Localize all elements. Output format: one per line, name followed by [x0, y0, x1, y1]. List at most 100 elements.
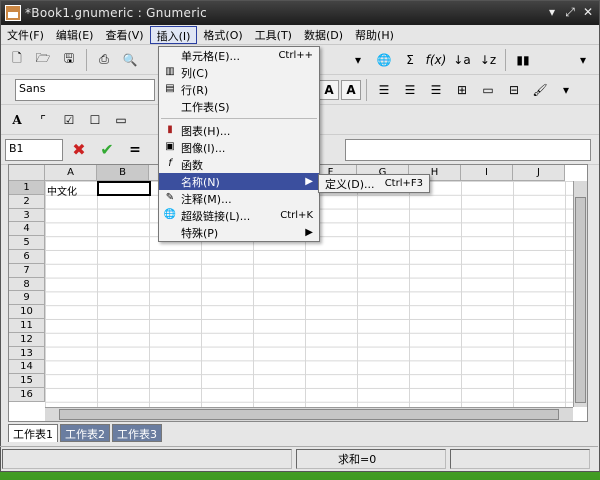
dropdown-arrow-icon[interactable]: ▾: [346, 48, 370, 72]
merge-cells-icon[interactable]: ⊞: [450, 78, 474, 102]
globe-hyperlink-icon[interactable]: 🌐: [372, 48, 396, 72]
chart-icon: ▮: [167, 124, 173, 135]
row-header[interactable]: 3: [9, 208, 45, 223]
checkbox-tool-icon[interactable]: ☑: [57, 108, 81, 132]
insert-name-item[interactable]: 名称(N) ▶: [159, 173, 319, 190]
close-icon[interactable]: ✕: [581, 5, 595, 19]
globe-icon: 🌐: [163, 209, 177, 220]
row-header[interactable]: 1: [9, 181, 45, 195]
new-document-icon[interactable]: 🗋: [5, 48, 29, 72]
column-header[interactable]: B: [97, 165, 149, 181]
insert-special-item[interactable]: 特殊(P) ▶: [159, 224, 319, 241]
insert-hyperlink-item[interactable]: 🌐 超级链接(L)... Ctrl+K: [159, 207, 319, 224]
menu-file[interactable]: 文件(F): [1, 26, 50, 44]
menu-insert[interactable]: 插入(I): [149, 25, 198, 44]
sort-descending-icon[interactable]: ↓z: [476, 48, 500, 72]
align-left-icon[interactable]: ☰: [372, 78, 396, 102]
border-icon[interactable]: ⊟: [502, 78, 526, 102]
insert-menu: 单元格(E)... Ctrl++ ▥ 列(C) ▤ 行(R) 工作表(S) ▮ 图表(H…: [158, 46, 320, 242]
minimize-icon[interactable]: ▾: [545, 5, 559, 19]
format-overflow-icon[interactable]: ▾: [554, 78, 578, 102]
column-header[interactable]: J: [513, 165, 565, 181]
menu-bar: 文件(F) 编辑(E) 查看(V) 插入(I) 格式(O) 工具(T) 数据(D…: [1, 25, 599, 45]
insert-cells-item[interactable]: 单元格(E)... Ctrl++: [159, 47, 319, 64]
row-header[interactable]: 13: [9, 346, 45, 361]
row-header[interactable]: 10: [9, 305, 45, 319]
sum-icon[interactable]: Σ: [398, 48, 422, 72]
save-icon[interactable]: 🖫: [57, 48, 81, 72]
row-header[interactable]: 14: [9, 360, 45, 375]
sheet-tab-1[interactable]: 工作表1: [8, 424, 58, 442]
submenu-arrow-icon: ▶: [305, 227, 313, 238]
name-submenu: 定义(D)... Ctrl+F3: [318, 174, 430, 193]
equals-button[interactable]: =: [123, 138, 147, 162]
open-folder-icon[interactable]: 🗁: [31, 48, 55, 72]
horizontal-scrollbar[interactable]: [45, 407, 573, 421]
cell-a1[interactable]: 中文化: [47, 183, 77, 198]
insert-image-item[interactable]: ▣ 图像(I)...: [159, 139, 319, 156]
underline-a-icon[interactable]: A: [341, 79, 361, 100]
sheet-tabs: 工作表1 工作表2 工作表3: [8, 424, 162, 442]
menu-format[interactable]: 格式(O): [197, 26, 248, 44]
cancel-entry-icon[interactable]: ✖: [67, 138, 91, 162]
gnumeric-app-icon: [5, 5, 21, 21]
vertical-scrollbar[interactable]: [573, 181, 587, 407]
chart-icon[interactable]: ▮▮: [511, 48, 535, 72]
maximize-icon[interactable]: ⤢: [563, 5, 577, 19]
print-preview-icon[interactable]: 🔍: [118, 48, 142, 72]
row-header[interactable]: 8: [9, 277, 45, 292]
align-right-icon[interactable]: ☰: [424, 78, 448, 102]
column-header[interactable]: A: [45, 165, 97, 181]
menu-tools[interactable]: 工具(T): [249, 26, 298, 44]
text-tool-icon[interactable]: A: [5, 108, 29, 132]
column-icon: ▥: [165, 66, 175, 77]
function-icon[interactable]: f(x): [424, 48, 448, 72]
sheet-tab-3[interactable]: 工作表3: [112, 424, 162, 442]
corner-cell[interactable]: [9, 165, 45, 181]
menu-view[interactable]: 查看(V): [99, 26, 149, 44]
row-header[interactable]: 7: [9, 263, 45, 278]
cell-name-box[interactable]: B1: [5, 138, 63, 161]
insert-comment-item[interactable]: ✎ 注释(M)...: [159, 190, 319, 207]
accept-entry-icon[interactable]: ✔: [95, 138, 119, 162]
frame-tool-icon[interactable]: ⌜: [31, 108, 55, 132]
row-header[interactable]: 9: [9, 291, 45, 306]
menu-help[interactable]: 帮助(H): [349, 26, 400, 44]
comment-icon: ✎: [165, 192, 175, 203]
row-header[interactable]: 12: [9, 332, 45, 347]
row-header[interactable]: 5: [9, 236, 45, 250]
row-header[interactable]: 6: [9, 249, 45, 264]
row-headers: 1 2 3 4 5 6 7 8 9 10 11 12 13 14 15 16: [9, 181, 45, 402]
insert-sheet-item[interactable]: 工作表(S): [159, 98, 319, 115]
paint-icon[interactable]: 🖌: [528, 78, 552, 102]
row-header[interactable]: 4: [9, 222, 45, 237]
row-icon: ▤: [165, 83, 175, 94]
bold-a-icon[interactable]: A: [319, 79, 339, 100]
row-header[interactable]: 2: [9, 194, 45, 209]
window-title: *Book1.gnumeric : Gnumeric: [25, 6, 207, 20]
sheet-tab-2[interactable]: 工作表2: [60, 424, 110, 442]
toolbar-overflow-icon[interactable]: ▾: [571, 48, 595, 72]
font-name-field[interactable]: Sans: [15, 78, 155, 101]
insert-function-item[interactable]: f 函数: [159, 156, 319, 173]
image-icon: ▣: [165, 141, 175, 152]
insert-chart-item[interactable]: ▮ 图表(H)...: [159, 122, 319, 139]
button-tool-icon[interactable]: ▭: [109, 108, 133, 132]
align-center-icon[interactable]: ☰: [398, 78, 422, 102]
insert-column-item[interactable]: ▥ 列(C): [159, 64, 319, 81]
insert-row-item[interactable]: ▤ 行(R): [159, 81, 319, 98]
title-bar: *Book1.gnumeric : Gnumeric ▾ ⤢ ✕: [1, 1, 599, 25]
column-header[interactable]: I: [461, 165, 513, 181]
split-cells-icon[interactable]: ▭: [476, 78, 500, 102]
formula-entry-field[interactable]: [345, 138, 591, 161]
row-header[interactable]: 16: [9, 387, 45, 402]
sort-ascending-icon[interactable]: ↓a: [450, 48, 474, 72]
define-name-item[interactable]: 定义(D)... Ctrl+F3: [319, 175, 429, 192]
selected-cell-b1[interactable]: [97, 181, 151, 196]
menu-data[interactable]: 数据(D): [298, 26, 349, 44]
radio-tool-icon[interactable]: ☐: [83, 108, 107, 132]
menu-edit[interactable]: 编辑(E): [50, 26, 100, 44]
print-icon[interactable]: ⎙: [92, 48, 116, 72]
row-header[interactable]: 15: [9, 374, 45, 388]
row-header[interactable]: 11: [9, 318, 45, 333]
